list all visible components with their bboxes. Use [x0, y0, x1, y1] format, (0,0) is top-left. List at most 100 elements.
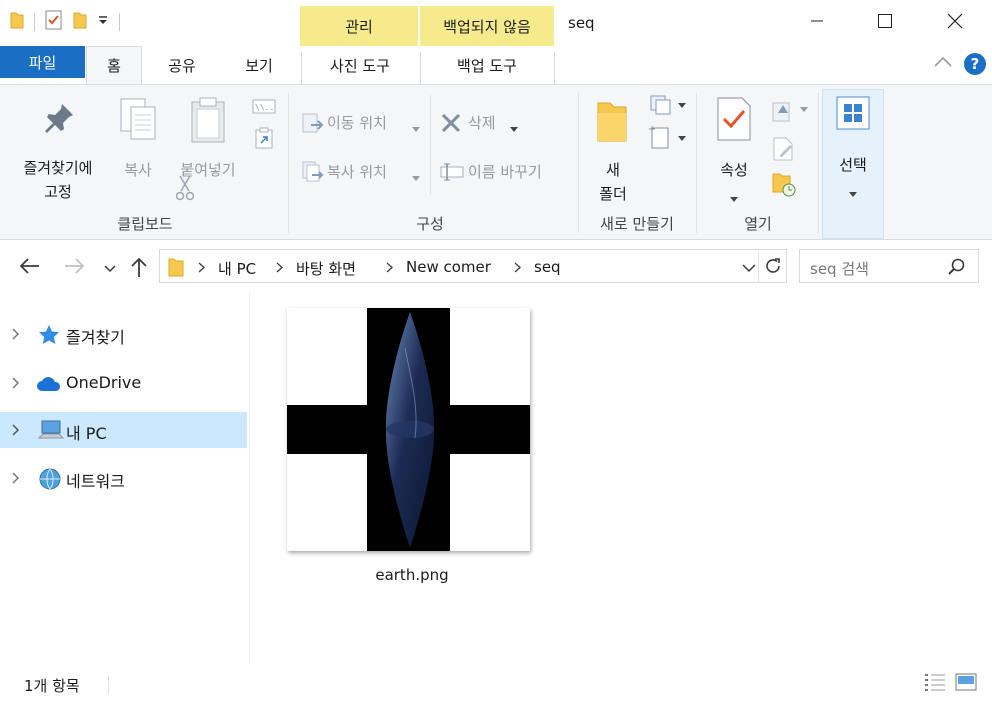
paste-shortcut-icon[interactable]	[255, 127, 273, 153]
navigation-pane: 즐겨찾기 OneDrive 내 PC 네트워크	[0, 292, 250, 664]
edit-icon[interactable]	[772, 137, 794, 165]
select-button[interactable]: 선택	[822, 89, 884, 239]
computer-icon	[37, 420, 65, 444]
close-icon	[947, 13, 963, 33]
close-button[interactable]	[932, 0, 978, 46]
chevron-right-icon[interactable]	[198, 262, 205, 277]
minimize-icon	[810, 14, 824, 32]
up-arrow-icon[interactable]	[130, 256, 148, 282]
group-label-clipboard: 클립보드	[117, 215, 173, 233]
nav-item-quick-access[interactable]: 즐겨찾기	[0, 316, 247, 352]
tab-backup-tools[interactable]: 백업 도구	[421, 46, 553, 84]
nav-item-this-pc[interactable]: 내 PC	[0, 412, 247, 448]
star-icon	[38, 324, 60, 348]
properties-button[interactable]: 속성	[706, 95, 762, 202]
paste-button[interactable]: 붙여넣기	[170, 95, 246, 185]
nav-label: 네트워크	[66, 472, 125, 491]
chevron-down-icon	[412, 170, 420, 185]
paste-icon	[190, 97, 226, 149]
pin-to-quick-access-button[interactable]: 즐겨찾기에 고정	[8, 95, 108, 205]
details-view-icon[interactable]	[924, 672, 946, 696]
tab-home[interactable]: 홈	[86, 46, 142, 84]
nav-label: 내 PC	[66, 424, 107, 443]
tab-share[interactable]: 공유	[150, 46, 214, 84]
copy-to-button[interactable]: 복사 위치	[300, 158, 424, 188]
navigation-bar: 내 PC 바탕 화면 New comer seq seq 검색	[0, 248, 992, 286]
divider	[108, 676, 109, 694]
copy-path-icon[interactable]: \\...	[252, 99, 279, 119]
nav-item-onedrive[interactable]: OneDrive	[0, 365, 247, 401]
back-arrow-icon[interactable]	[18, 257, 40, 279]
chevron-right-icon[interactable]	[514, 262, 521, 277]
maximize-button[interactable]	[862, 0, 908, 46]
chevron-right-icon[interactable]	[12, 472, 20, 488]
delete-icon	[440, 112, 462, 138]
minimize-button[interactable]	[794, 0, 840, 46]
file-thumbnail[interactable]	[287, 308, 530, 551]
new-folder-qat-button[interactable]	[73, 11, 87, 33]
chevron-right-icon[interactable]	[12, 377, 20, 393]
divider	[758, 250, 759, 282]
divider	[554, 52, 555, 84]
delete-button[interactable]: 삭제	[438, 109, 522, 139]
move-to-button[interactable]: 이동 위치	[300, 109, 424, 139]
search-box[interactable]: seq 검색	[799, 249, 979, 283]
forward-arrow-icon[interactable]	[64, 257, 86, 279]
properties-label: 속성	[720, 161, 748, 179]
history-icon[interactable]	[772, 171, 796, 201]
cloud-icon	[36, 376, 62, 396]
nav-item-network[interactable]: 네트워크	[0, 460, 247, 496]
search-icon[interactable]	[948, 258, 966, 280]
properties-qat-button[interactable]	[45, 10, 63, 34]
properties-icon	[716, 97, 752, 145]
breadcrumb-new-comer[interactable]: New comer	[406, 258, 491, 276]
group-label-organize: 구성	[416, 215, 444, 233]
chevron-right-icon[interactable]	[386, 262, 393, 277]
new-item-icon[interactable]	[650, 95, 686, 119]
chevron-down-icon	[412, 121, 420, 136]
group-label-new: 새로 만들기	[600, 215, 674, 233]
folder-icon	[168, 257, 184, 281]
search-placeholder: seq 검색	[810, 260, 869, 278]
address-history-chevron-icon[interactable]	[742, 262, 756, 277]
file-name[interactable]: earth.png	[287, 566, 537, 584]
context-header-backup: 백업되지 않음	[420, 6, 554, 46]
divider	[696, 93, 697, 233]
status-item-count: 1개 항목	[24, 677, 80, 695]
copy-button[interactable]: 복사	[112, 95, 164, 185]
recent-locations-chevron-icon[interactable]	[104, 262, 116, 277]
breadcrumb-this-pc[interactable]: 내 PC	[218, 258, 256, 279]
customize-qat-dropdown[interactable]	[97, 13, 109, 31]
breadcrumb-seq[interactable]: seq	[534, 258, 561, 276]
move-to-label: 이동 위치	[327, 114, 387, 132]
divider	[578, 93, 579, 233]
ribbon-home: 즐겨찾기에 고정 복사 붙여넣기 \\... 클립보드 이동 위치 복사 위치	[0, 84, 992, 240]
open-icon[interactable]	[772, 99, 808, 127]
maximize-icon	[877, 13, 893, 33]
easy-access-icon[interactable]	[648, 125, 686, 153]
refresh-icon[interactable]	[764, 257, 782, 279]
tab-view[interactable]: 보기	[224, 46, 294, 84]
chevron-right-icon[interactable]	[12, 328, 20, 344]
help-icon[interactable]: ?	[963, 52, 987, 80]
new-folder-button[interactable]: 새 폴더	[588, 95, 638, 205]
chevron-right-icon[interactable]	[12, 424, 20, 440]
quick-access-toolbar	[10, 10, 120, 34]
breadcrumb-desktop[interactable]: 바탕 화면	[296, 258, 356, 279]
cut-icon[interactable]	[175, 175, 195, 205]
tab-picture-tools[interactable]: 사진 도구	[302, 46, 418, 84]
delete-label: 삭제	[468, 114, 496, 132]
address-bar[interactable]: 내 PC 바탕 화면 New comer seq	[159, 249, 787, 283]
folder-icon	[10, 11, 24, 33]
rename-button[interactable]: 이름 바꾸기	[438, 158, 568, 188]
collapse-ribbon-icon[interactable]	[934, 56, 952, 72]
chevron-right-icon[interactable]	[276, 262, 283, 277]
large-icons-view-icon[interactable]	[955, 672, 977, 696]
chevron-down-icon	[510, 121, 518, 136]
divider	[818, 93, 819, 233]
earth-image	[287, 308, 530, 551]
nav-label: 즐겨찾기	[66, 328, 125, 347]
tab-file[interactable]: 파일	[0, 46, 85, 78]
select-label: 선택	[839, 156, 867, 174]
new-folder-label-line2: 폴더	[599, 185, 627, 203]
